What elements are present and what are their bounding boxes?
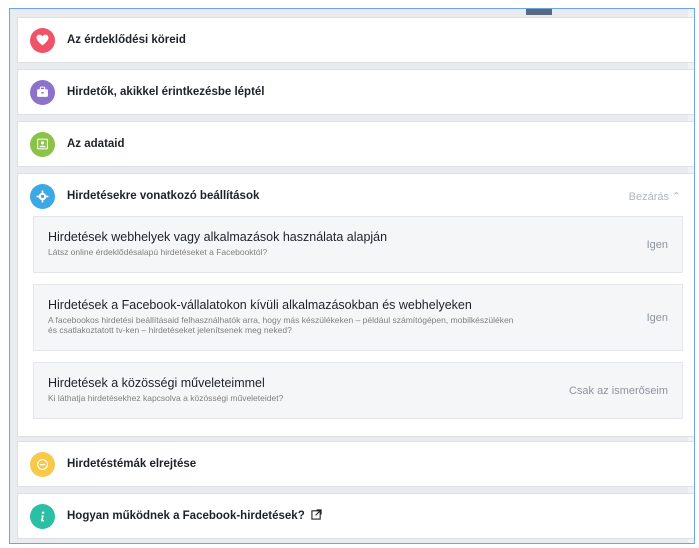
section-interests: Az érdeklődési köreid	[17, 17, 694, 63]
section-your-info-title: Az adataid	[67, 138, 125, 150]
section-interests-title: Az érdeklődési köreid	[67, 34, 186, 46]
external-link-icon[interactable]	[311, 507, 322, 525]
setting-title: Hirdetések a Facebook-vállalatokon kívül…	[48, 298, 472, 312]
setting-description: Látsz online érdeklődésalapú hirdetéseke…	[48, 247, 268, 257]
setting-row-social-actions[interactable]: Hirdetések a közösségi műveleteimmel Ki …	[33, 362, 683, 419]
gear-icon	[30, 183, 55, 209]
section-hide-topics-header[interactable]: Hirdetéstémák elrejtése	[18, 442, 694, 486]
setting-title: Hirdetések webhelyek vagy alkalmazások h…	[48, 230, 388, 244]
heart-icon	[30, 27, 55, 53]
section-your-info: Az adataid	[17, 121, 694, 167]
section-interests-header[interactable]: Az érdeklődési köreid	[18, 18, 694, 62]
section-your-info-header[interactable]: Az adataid	[18, 122, 694, 166]
close-label: Bezárás	[628, 190, 669, 203]
setting-description: A facebookos hirdetési beállításaid felh…	[48, 315, 514, 335]
section-hide-topics-title: Hirdetéstémák elrejtése	[67, 458, 197, 470]
briefcase-icon	[30, 79, 55, 105]
section-how-it-works-title: Hogyan működnek a Facebook-hirdetések?	[67, 510, 305, 522]
setting-row-off-facebook[interactable]: Hirdetések a Facebook-vállalatokon kívül…	[33, 284, 683, 351]
setting-value: Igen	[646, 311, 668, 324]
section-advertisers-header[interactable]: Hirdetők, akikkel érintkezésbe léptél	[18, 70, 694, 114]
section-ad-settings-title: Hirdetésekre vonatkozó beállítások	[67, 190, 260, 202]
section-how-it-works-header[interactable]: Hogyan működnek a Facebook-hirdetések?	[18, 494, 694, 538]
minus-circle-icon	[30, 451, 55, 477]
chevron-up-icon: ⌃	[671, 190, 681, 203]
ad-preferences-panel: Az érdeklődési köreid Hirdetők, akikkel …	[9, 8, 695, 544]
setting-value: Csak az ismerőseim	[568, 384, 668, 397]
top-tab-marker	[526, 9, 552, 15]
section-ad-settings-header[interactable]: Hirdetésekre vonatkozó beállítások Bezár…	[18, 174, 694, 218]
close-link[interactable]: Bezárás ⌃	[629, 190, 681, 203]
setting-value: Igen	[646, 238, 668, 251]
section-ad-settings: Hirdetésekre vonatkozó beállítások Bezár…	[17, 173, 694, 437]
setting-description: Ki láthatja hirdetésekhez kapcsolva a kö…	[48, 393, 284, 403]
section-advertisers-title: Hirdetők, akikkel érintkezésbe léptél	[67, 86, 265, 98]
info-icon	[30, 503, 55, 529]
setting-row-web-apps[interactable]: Hirdetések webhelyek vagy alkalmazások h…	[33, 216, 683, 273]
section-hide-topics: Hirdetéstémák elrejtése	[17, 441, 694, 487]
section-how-it-works: Hogyan működnek a Facebook-hirdetések?	[17, 493, 694, 539]
id-card-icon	[30, 131, 55, 157]
section-advertisers: Hirdetők, akikkel érintkezésbe léptél	[17, 69, 694, 115]
